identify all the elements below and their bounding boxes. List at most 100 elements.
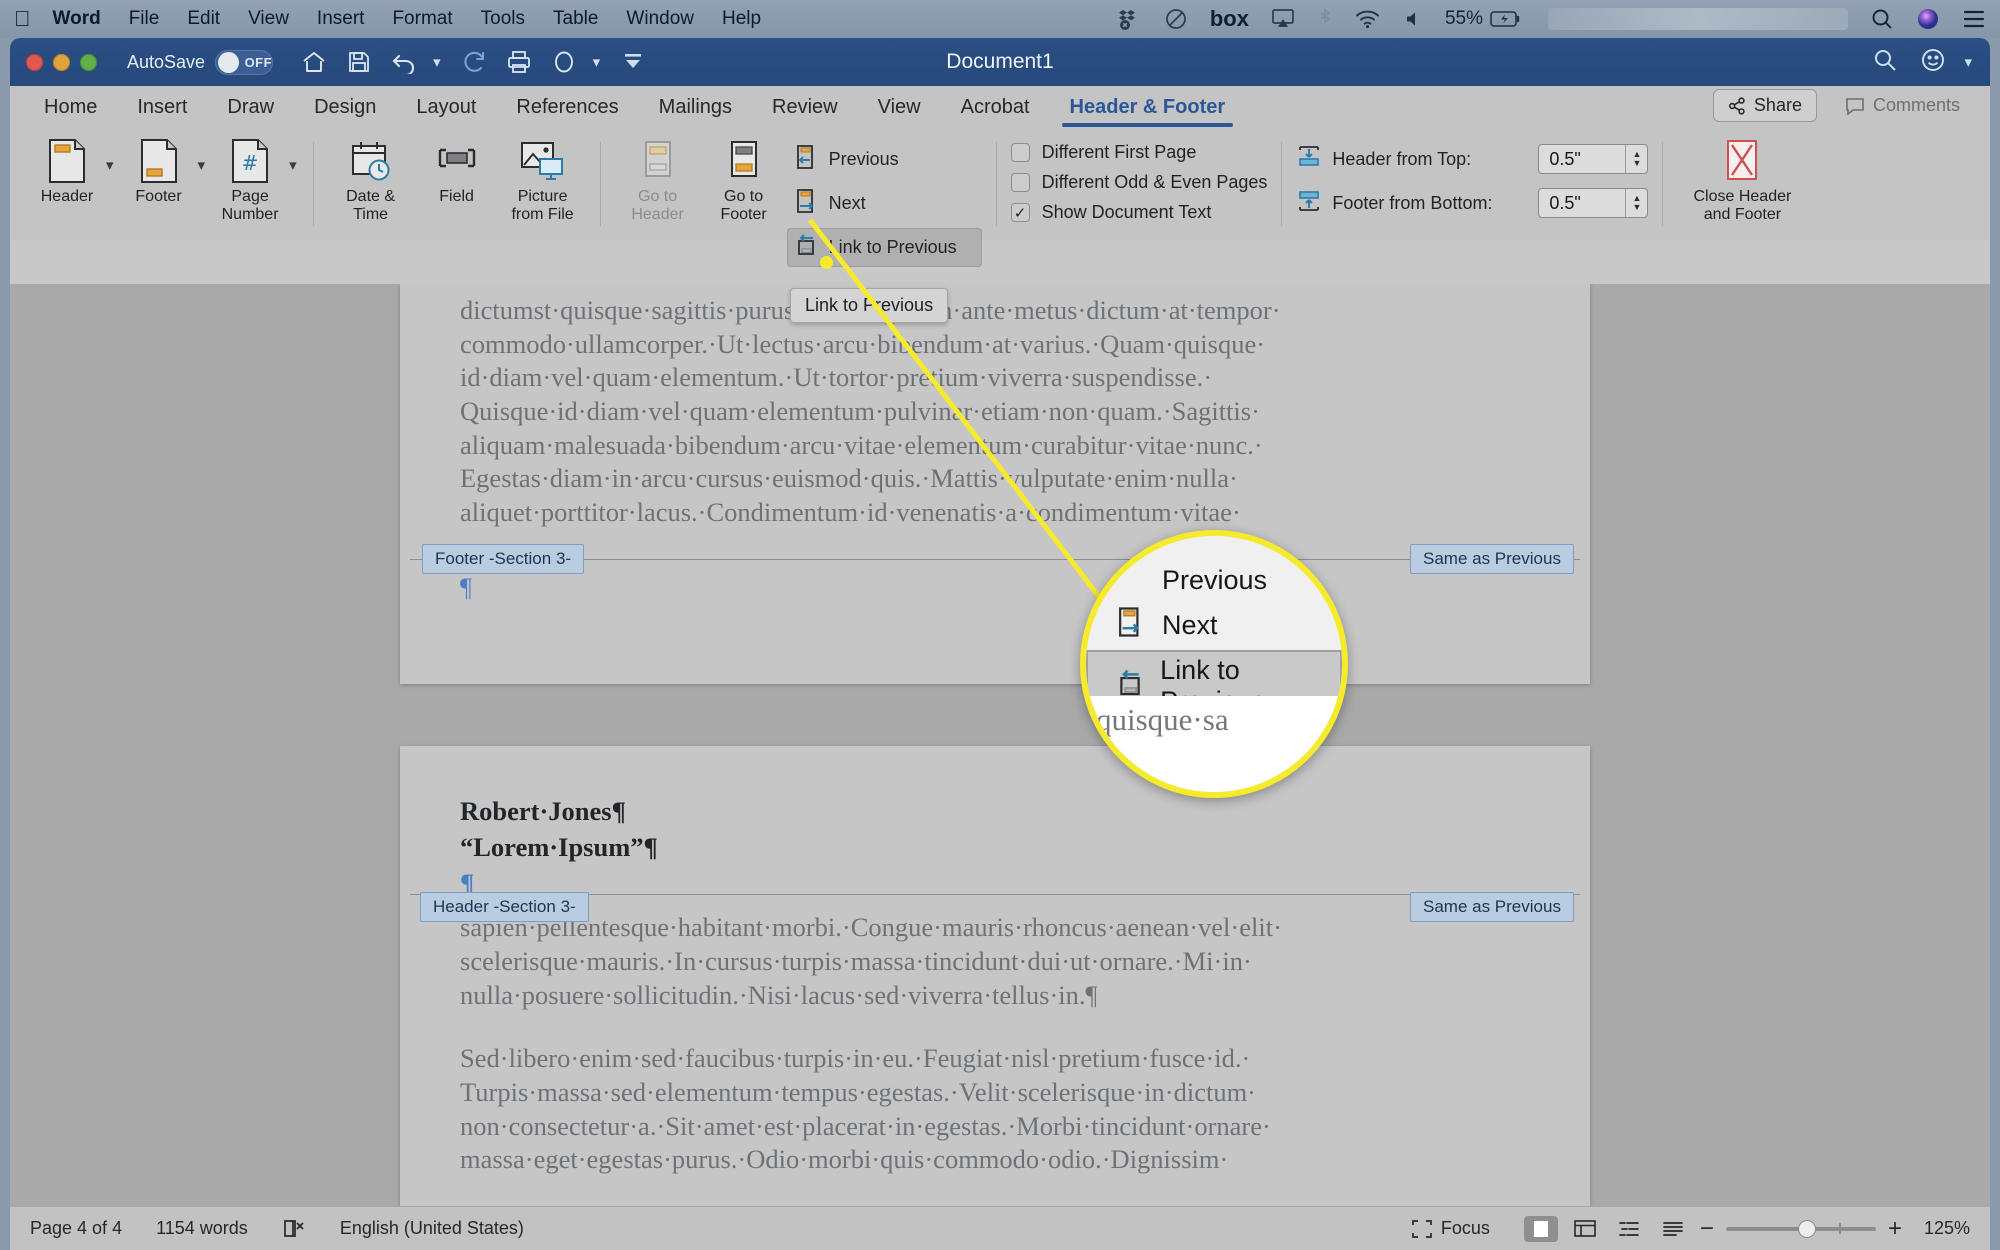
- dropbox-paused-icon[interactable]: [1118, 7, 1142, 31]
- airplay-icon[interactable]: [1271, 8, 1295, 30]
- customize-toolbar-icon[interactable]: [622, 51, 644, 73]
- save-icon[interactable]: [347, 50, 371, 74]
- zoom-out-icon[interactable]: −: [1700, 1216, 1714, 1241]
- footer-dropdown-caret[interactable]: ▾: [198, 132, 206, 174]
- home-icon[interactable]: [301, 50, 327, 74]
- autosave-control[interactable]: AutoSave OFF: [127, 49, 274, 75]
- box-icon[interactable]: box: [1210, 6, 1249, 32]
- close-header-and-footer-button[interactable]: Close Header and Footer: [1677, 132, 1807, 224]
- different-first-page-checkbox[interactable]: [1010, 143, 1030, 162]
- print-layout-view-button[interactable]: [1523, 1215, 1558, 1242]
- footer-section-tag-label: Footer -Section 3-: [435, 549, 572, 568]
- menu-insert[interactable]: Insert: [317, 8, 365, 30]
- go-to-footer-button[interactable]: Go to Footer: [701, 132, 787, 224]
- footer-button[interactable]: Footer: [116, 132, 202, 206]
- tab-view[interactable]: View: [858, 96, 941, 128]
- footer-from-bottom-value[interactable]: 0.5": [1539, 189, 1625, 217]
- volume-icon[interactable]: [1403, 9, 1423, 29]
- undo-icon[interactable]: [391, 50, 417, 74]
- menu-table[interactable]: Table: [553, 8, 598, 30]
- word-count[interactable]: 1154 words: [156, 1218, 248, 1239]
- comments-button[interactable]: Comments: [1831, 90, 1974, 121]
- format-painter-icon[interactable]: [551, 49, 577, 75]
- menu-file[interactable]: File: [129, 8, 160, 30]
- search-icon[interactable]: [1872, 47, 1898, 78]
- tab-review[interactable]: Review: [752, 96, 858, 128]
- next-section-button[interactable]: Next: [787, 184, 982, 223]
- language-indicator[interactable]: English (United States): [340, 1218, 524, 1239]
- battery-status[interactable]: 55%: [1445, 8, 1522, 30]
- wifi-icon[interactable]: [1355, 9, 1381, 29]
- tab-design[interactable]: Design: [294, 96, 396, 128]
- adobe-creative-cloud-icon[interactable]: [1164, 7, 1188, 31]
- control-center-icon[interactable]: [1962, 8, 1986, 30]
- header-from-top-arrows[interactable]: ▲ ▼: [1625, 145, 1647, 173]
- different-odd-even-row[interactable]: Different Odd & Even Pages: [1010, 172, 1267, 193]
- header-button[interactable]: Header: [24, 132, 110, 206]
- draft-view-button[interactable]: [1656, 1216, 1690, 1242]
- tab-home[interactable]: Home: [24, 96, 117, 128]
- menu-format[interactable]: Format: [392, 8, 452, 30]
- different-odd-even-checkbox[interactable]: [1010, 173, 1030, 192]
- next-section-icon: [1114, 606, 1148, 645]
- tab-references[interactable]: References: [496, 96, 638, 128]
- minimize-window-button[interactable]: [53, 53, 70, 71]
- doc-line: commodo·ullamcorper.·Ut·lectus·arcu·bibe…: [460, 328, 1266, 359]
- document-canvas[interactable]: dictumst·quisque·sagittis·purus·sit.·Feu…: [10, 284, 1990, 1206]
- zoom-slider-knob[interactable]: [1797, 1219, 1816, 1238]
- date-and-time-button[interactable]: Date & Time: [328, 132, 414, 224]
- tab-mailings[interactable]: Mailings: [639, 96, 752, 128]
- magnified-previous-item[interactable]: Previous: [1086, 560, 1342, 601]
- autosave-toggle[interactable]: OFF: [215, 49, 274, 75]
- menu-help[interactable]: Help: [722, 8, 761, 30]
- menu-edit[interactable]: Edit: [187, 8, 220, 30]
- header-dropdown-caret[interactable]: ▾: [106, 132, 114, 174]
- smiley-account-icon[interactable]: [1920, 47, 1946, 78]
- page-indicator[interactable]: Page 4 of 4: [30, 1218, 122, 1239]
- page-number-button[interactable]: # Page Number: [207, 132, 293, 224]
- go-to-header-button[interactable]: Go to Header: [615, 132, 701, 224]
- tab-draw[interactable]: Draw: [207, 96, 294, 128]
- siri-icon[interactable]: [1916, 7, 1940, 31]
- tab-insert[interactable]: Insert: [117, 96, 207, 128]
- print-icon[interactable]: [507, 50, 531, 74]
- field-button[interactable]: Field: [414, 132, 500, 206]
- footer-from-bottom-stepper[interactable]: 0.5" ▲ ▼: [1538, 188, 1649, 218]
- tab-acrobat[interactable]: Acrobat: [941, 96, 1050, 128]
- link-to-previous-button[interactable]: Link to Previous: [786, 228, 982, 267]
- header-from-top-value[interactable]: 0.5": [1539, 145, 1625, 173]
- undo-dropdown-caret[interactable]: ▾: [433, 53, 441, 71]
- spotlight-search-icon[interactable]: [1870, 7, 1894, 31]
- menu-view[interactable]: View: [248, 8, 289, 30]
- web-layout-view-button[interactable]: [1568, 1216, 1602, 1242]
- focus-button[interactable]: Focus: [1411, 1218, 1490, 1239]
- share-button[interactable]: Share: [1712, 89, 1817, 122]
- redo-icon[interactable]: [463, 50, 487, 74]
- close-window-button[interactable]: [26, 53, 43, 71]
- format-painter-caret[interactable]: ▾: [593, 53, 601, 71]
- previous-section-button[interactable]: Previous: [787, 140, 982, 179]
- header-from-top-stepper[interactable]: 0.5" ▲ ▼: [1538, 144, 1649, 174]
- bluetooth-icon[interactable]: [1317, 7, 1333, 31]
- tab-header-and-footer[interactable]: Header & Footer: [1050, 96, 1246, 128]
- header-author-line: Robert·Jones¶: [460, 796, 626, 826]
- page-number-dropdown-caret[interactable]: ▾: [289, 132, 297, 174]
- outline-view-button[interactable]: [1612, 1216, 1646, 1242]
- footer-from-bottom-arrows[interactable]: ▲ ▼: [1625, 189, 1647, 217]
- menu-word[interactable]: Word: [53, 8, 101, 30]
- tab-layout[interactable]: Layout: [396, 96, 496, 128]
- maximize-window-button[interactable]: [80, 53, 97, 71]
- zoom-level-label[interactable]: 125%: [1924, 1218, 1970, 1239]
- menu-tools[interactable]: Tools: [481, 8, 525, 30]
- different-first-page-row[interactable]: Different First Page: [1010, 142, 1268, 163]
- show-document-text-checkbox[interactable]: ✓: [1010, 203, 1030, 222]
- chevron-down-icon[interactable]: ▾: [1964, 53, 1972, 71]
- menu-window[interactable]: Window: [626, 8, 694, 30]
- show-document-text-row[interactable]: ✓ Show Document Text: [1010, 202, 1268, 223]
- magnified-next-item[interactable]: Next: [1086, 601, 1342, 650]
- picture-from-file-button[interactable]: Picture from File: [500, 132, 586, 224]
- zoom-slider[interactable]: [1725, 1219, 1876, 1238]
- apple-icon[interactable]: : [14, 8, 31, 30]
- zoom-in-icon[interactable]: +: [1888, 1216, 1902, 1241]
- proofing-errors-icon[interactable]: [282, 1218, 306, 1240]
